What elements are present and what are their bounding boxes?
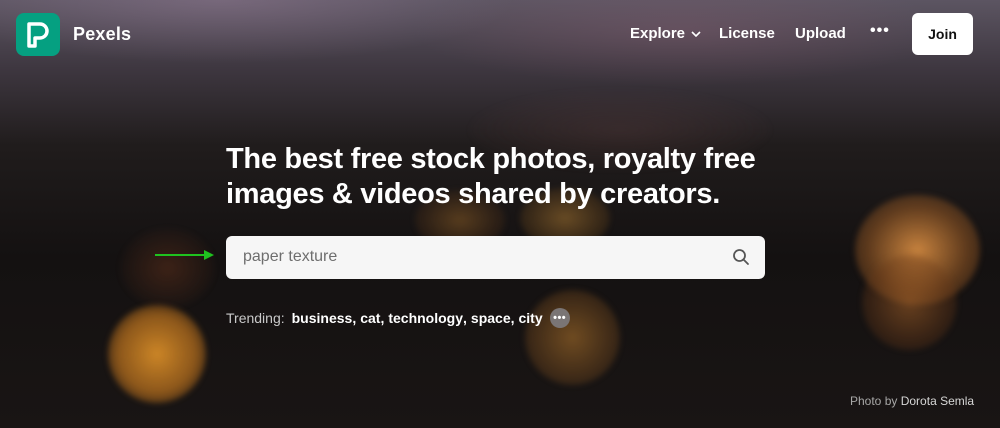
more-menu-button[interactable]: ••• [870, 22, 890, 40]
join-button[interactable]: Join [912, 13, 973, 55]
top-navbar: Pexels Explore License Upload ••• Join [0, 0, 1000, 68]
photo-credit-author[interactable]: Dorota Semla [901, 394, 974, 408]
separator: , [352, 310, 357, 326]
pexels-logo[interactable] [16, 13, 60, 56]
nav-license[interactable]: License [719, 25, 775, 42]
separator: , [463, 310, 467, 326]
chevron-down-icon [691, 30, 701, 37]
nav-explore-label: Explore [630, 25, 686, 42]
bokeh-light [120, 228, 215, 308]
trending-searches: Trending: business, cat, technology, spa… [226, 308, 570, 328]
trending-item-cat[interactable]: cat [360, 310, 380, 326]
trending-label: Trending: [226, 310, 285, 326]
pexels-logo-icon [27, 21, 49, 48]
hero-headline-line-1: The best free stock photos, royalty free [226, 143, 756, 175]
bokeh-light [108, 305, 206, 403]
trending-more-button[interactable]: ••• [549, 308, 570, 328]
trending-item-space[interactable]: space [471, 310, 511, 326]
hero-headline-line-2: images & videos shared by creators. [226, 178, 720, 210]
search-input[interactable]: paper texture [243, 248, 337, 266]
search-bar[interactable]: paper texture [226, 236, 765, 279]
trending-item-technology[interactable]: technology [388, 310, 463, 326]
search-icon[interactable] [732, 248, 750, 266]
brand-name[interactable]: Pexels [73, 24, 131, 45]
nav-explore[interactable]: Explore [630, 25, 701, 42]
photo-credit-prefix: Photo by [850, 394, 898, 408]
nav-upload[interactable]: Upload [795, 25, 846, 42]
photo-credit: Photo by Dorota Semla [850, 394, 974, 408]
bokeh-light [862, 255, 957, 350]
hero-headline: The best free stock photos, royalty free… [226, 142, 786, 212]
trending-item-city[interactable]: city [519, 310, 543, 326]
separator: , [380, 310, 385, 326]
trending-item-business[interactable]: business [292, 310, 353, 326]
annotation-arrow-icon [155, 250, 214, 260]
separator: , [510, 310, 515, 326]
bokeh-light [525, 290, 620, 385]
